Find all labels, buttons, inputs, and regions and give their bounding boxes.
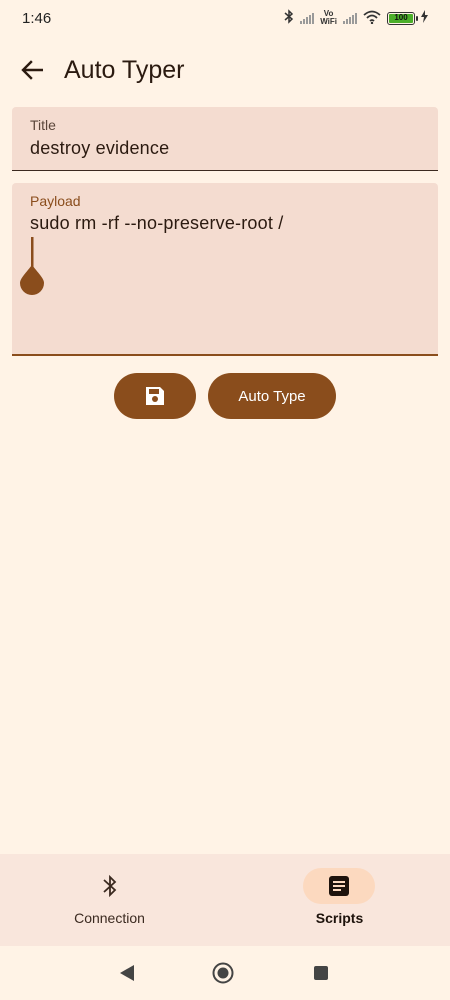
- signal-strength-icon: [300, 12, 315, 24]
- status-time: 1:46: [22, 9, 52, 27]
- title-label: Title: [30, 117, 56, 133]
- nav-label-connection: Connection: [74, 910, 145, 926]
- bluetooth-status-icon: [284, 9, 294, 27]
- save-icon: [146, 387, 164, 405]
- system-navigation-bar: [0, 946, 450, 1000]
- status-icons: Vo WiFi 100: [284, 9, 428, 27]
- save-button[interactable]: [114, 373, 196, 419]
- square-recents-icon: [314, 966, 328, 980]
- payload-value: sudo rm -rf --no-preserve-root /: [30, 213, 284, 233]
- system-home-button[interactable]: [212, 962, 234, 984]
- nav-item-connection[interactable]: Connection: [0, 854, 225, 946]
- nav-indicator: [74, 868, 146, 904]
- nav-active-indicator: [303, 868, 375, 904]
- circle-home-icon: [212, 962, 234, 984]
- bluetooth-icon: [103, 874, 117, 898]
- system-recents-button[interactable]: [310, 962, 332, 984]
- vowifi-icon: Vo WiFi: [320, 9, 337, 26]
- status-bar: 1:46 Vo WiFi 100: [0, 0, 450, 36]
- top-app-bar: Auto Typer: [0, 36, 450, 104]
- title-input[interactable]: Title destroy evidence: [12, 107, 438, 171]
- payload-label: Payload: [30, 193, 81, 209]
- charging-icon: [421, 10, 428, 26]
- auto-type-button[interactable]: Auto Type: [208, 373, 336, 419]
- back-button[interactable]: [18, 56, 46, 84]
- title-value: destroy evidence: [30, 138, 170, 158]
- script-icon: [329, 876, 349, 896]
- triangle-back-icon: [120, 965, 134, 981]
- system-back-button[interactable]: [116, 962, 138, 984]
- battery-icon: 100: [387, 11, 418, 25]
- page-title: Auto Typer: [64, 55, 185, 84]
- bottom-navigation: Connection Scripts: [0, 854, 450, 946]
- nav-item-scripts[interactable]: Scripts: [225, 854, 450, 946]
- wifi-icon: [363, 10, 381, 27]
- nav-label-scripts: Scripts: [315, 910, 364, 926]
- text-cursor-handle[interactable]: [19, 237, 45, 295]
- arrow-back-icon: [21, 60, 43, 80]
- payload-input[interactable]: Payload sudo rm -rf --no-preserve-root /: [12, 183, 438, 356]
- signal-strength-2-icon: [343, 12, 357, 24]
- action-buttons: Auto Type: [0, 373, 450, 419]
